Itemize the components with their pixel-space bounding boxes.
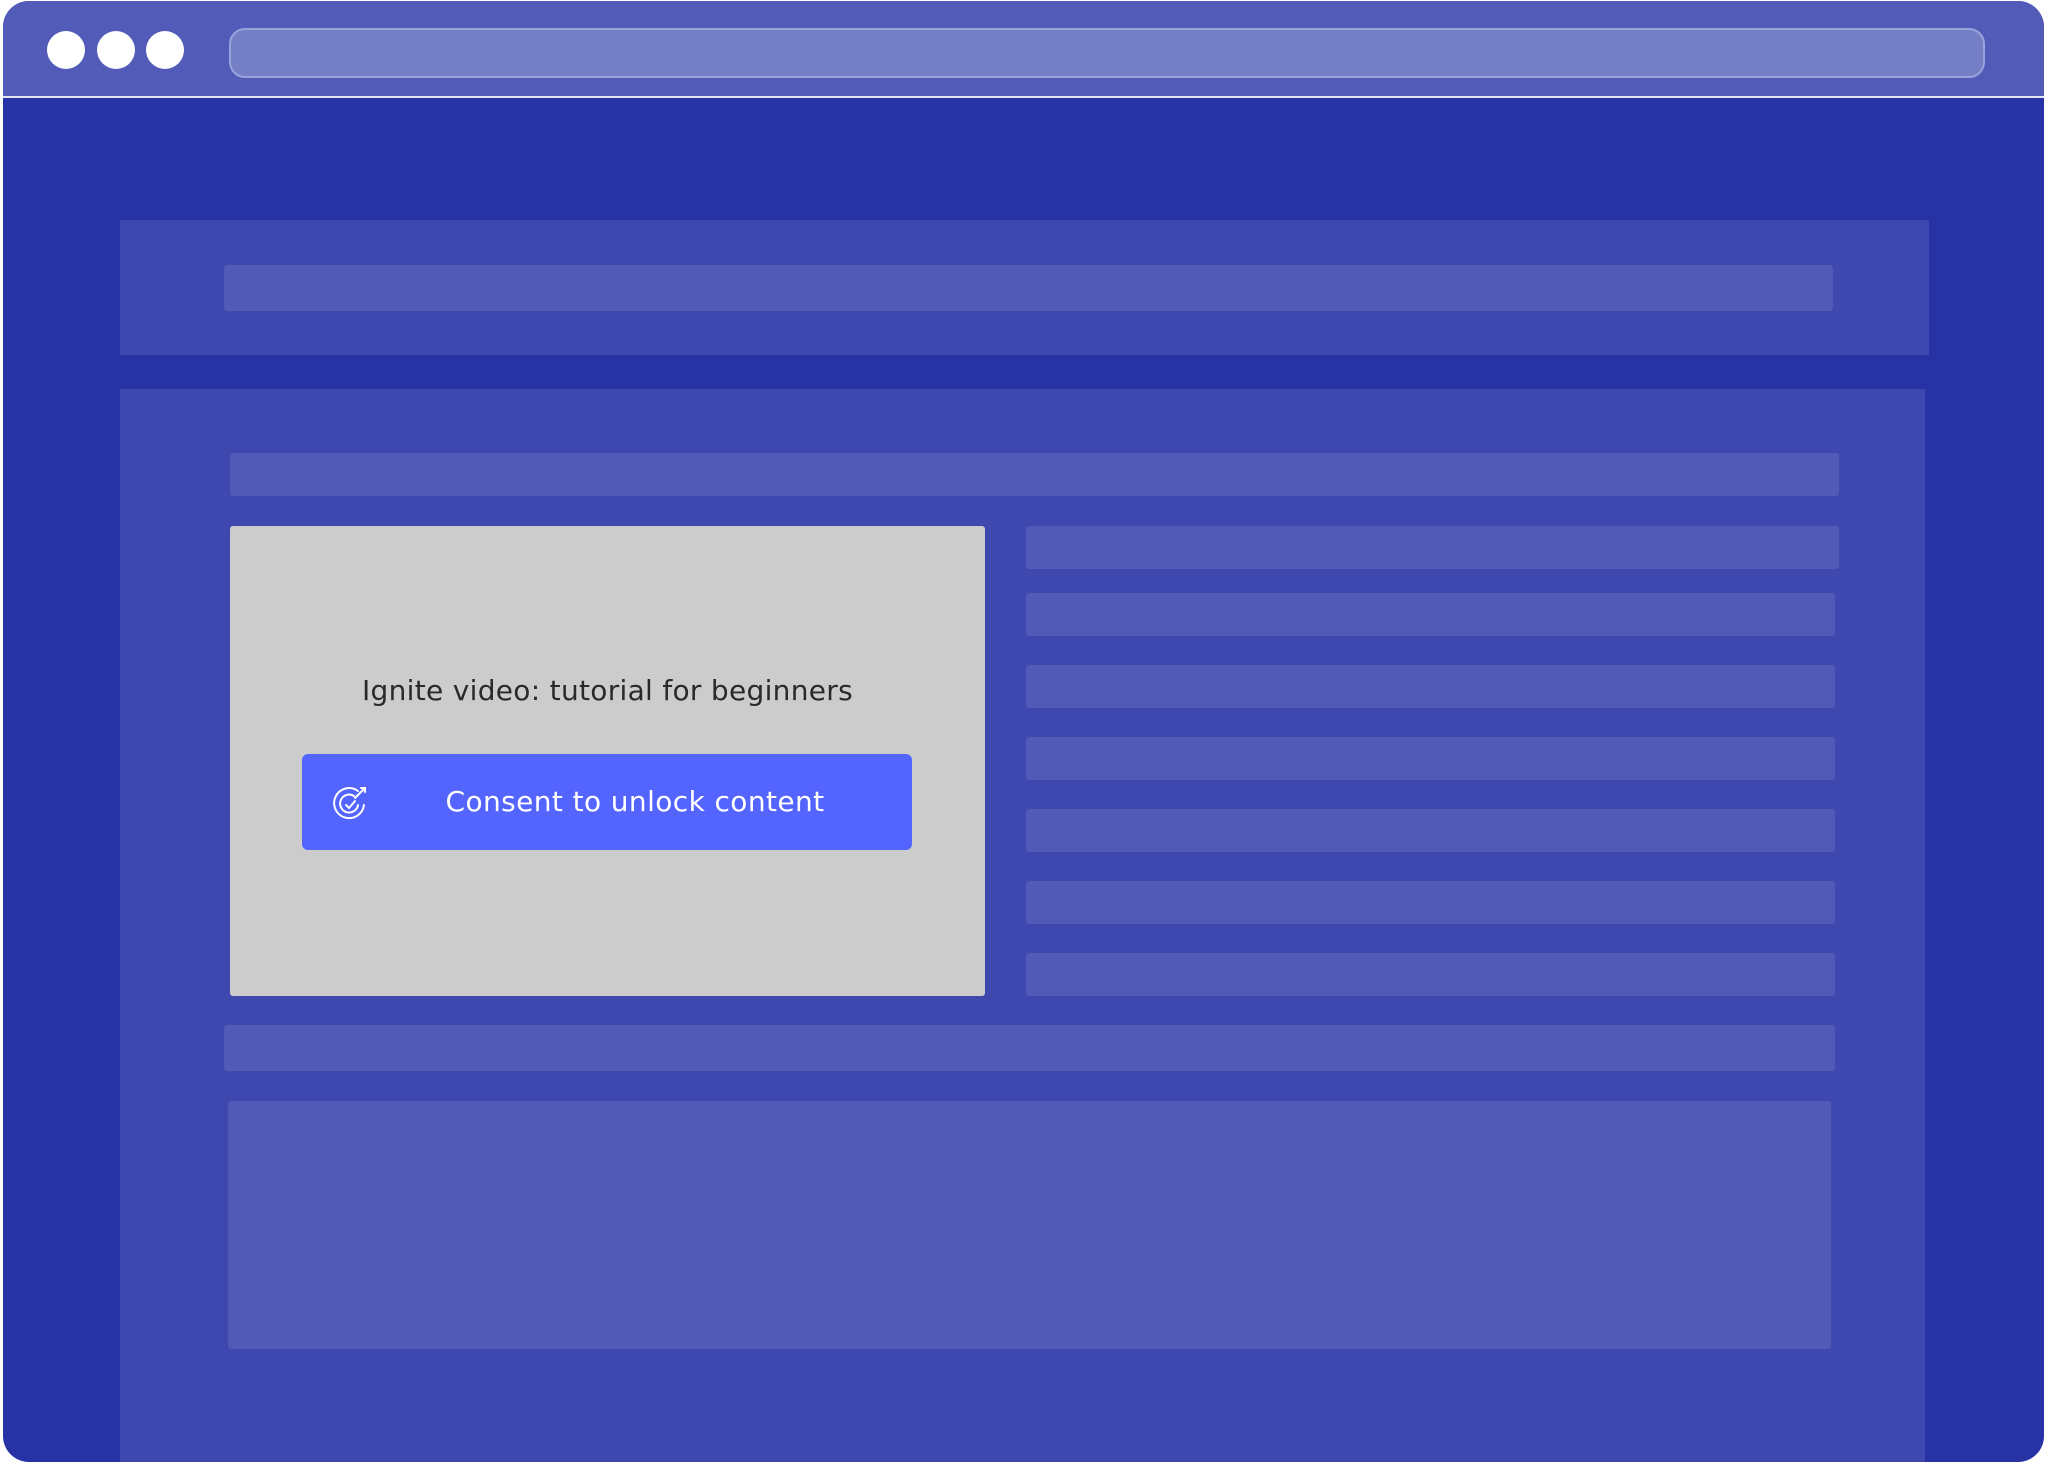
text-line-placeholder [1026, 737, 1835, 780]
target-check-icon [333, 787, 366, 820]
text-line-placeholder [1026, 809, 1835, 852]
address-bar[interactable] [229, 28, 1985, 78]
browser-title-bar [3, 1, 2044, 98]
consent-unlock-button[interactable]: Consent to unlock content [302, 754, 912, 850]
text-line-placeholder [1026, 953, 1835, 996]
browser-window: Ignite video: tutorial for beginners Con… [3, 1, 2044, 1462]
text-line-placeholder [1026, 665, 1835, 708]
video-title: Ignite video: tutorial for beginners [361, 674, 853, 707]
window-control-dot[interactable] [146, 31, 184, 69]
window-control-dot[interactable] [97, 31, 135, 69]
text-line-placeholder [1026, 526, 1839, 569]
content-block-placeholder [228, 1101, 1831, 1349]
header-placeholder-bar [224, 265, 1833, 311]
content-heading-placeholder [230, 453, 1839, 496]
text-line-placeholder [1026, 593, 1835, 636]
video-embed-placeholder: Ignite video: tutorial for beginners Con… [230, 526, 985, 996]
window-control-dot[interactable] [47, 31, 85, 69]
content-line-placeholder [224, 1025, 1835, 1071]
text-line-placeholder [1026, 881, 1835, 924]
consent-button-label: Consent to unlock content [445, 785, 825, 818]
